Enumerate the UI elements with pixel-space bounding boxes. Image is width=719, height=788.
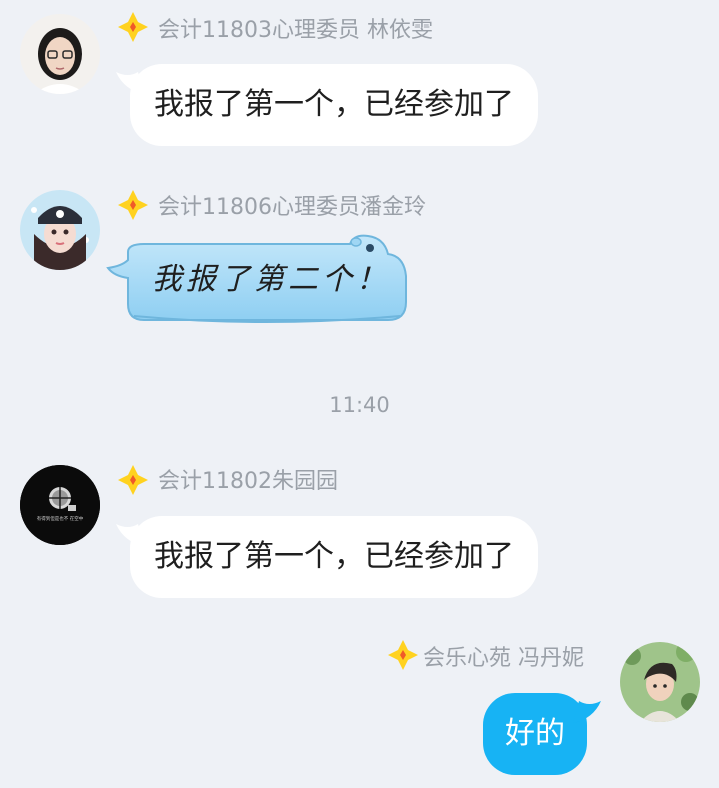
message-text: 好的	[505, 716, 565, 751]
message-text: 我报了第二个！	[152, 262, 390, 297]
dark-camera-avatar-image: 有得到但是也不 在空中	[20, 465, 100, 545]
message-bubble[interactable]: 我报了第一个，已经参加了	[116, 64, 538, 146]
rank-badge-icon	[388, 640, 418, 670]
avatar-caption: 有得到但是也不 在空中	[37, 515, 84, 522]
sender-name: 会计11806心理委员潘金玲	[158, 195, 426, 220]
message-bubble[interactable]: 我报了第一个，已经参加了	[116, 516, 538, 598]
bubble-tail	[573, 701, 601, 723]
sender-name: 会计11802朱园园	[158, 469, 338, 494]
girl-glasses-avatar-image	[20, 14, 100, 94]
sender-name: 会乐心苑 冯丹妮	[423, 646, 584, 671]
my-message-bubble[interactable]: 好的	[483, 693, 601, 775]
sender-name: 会计11803心理委员 林依雯	[158, 18, 433, 43]
bubble-tail	[116, 524, 144, 546]
rank-badge-icon	[118, 465, 148, 495]
rank-badge-icon	[118, 190, 148, 220]
avatar[interactable]: 有得到但是也不 在空中	[20, 465, 100, 545]
avatar[interactable]	[20, 14, 100, 94]
avatar[interactable]	[620, 642, 700, 722]
rank-badge-icon	[118, 12, 148, 42]
boy-leaves-avatar-image	[620, 642, 700, 722]
bubble-tail	[116, 72, 144, 94]
message-text: 我报了第一个，已经参加了	[154, 539, 514, 574]
hippo-bubble[interactable]: 我报了第二个！	[104, 232, 416, 330]
girl-cap-avatar-image	[20, 190, 100, 270]
message-text: 我报了第一个，已经参加了	[154, 87, 514, 122]
avatar[interactable]	[20, 190, 100, 270]
time-separator: 11:40	[329, 393, 390, 417]
